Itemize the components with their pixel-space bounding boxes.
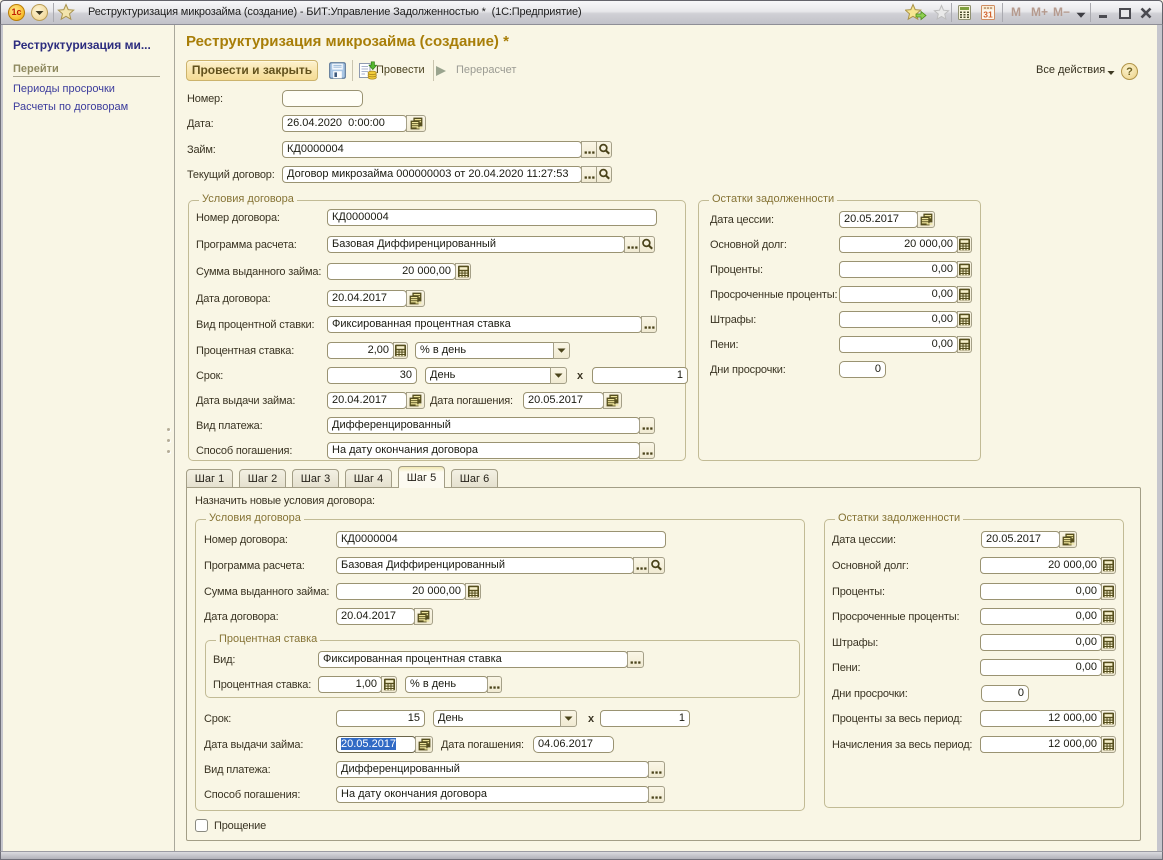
svg-text:31: 31 <box>983 10 993 20</box>
